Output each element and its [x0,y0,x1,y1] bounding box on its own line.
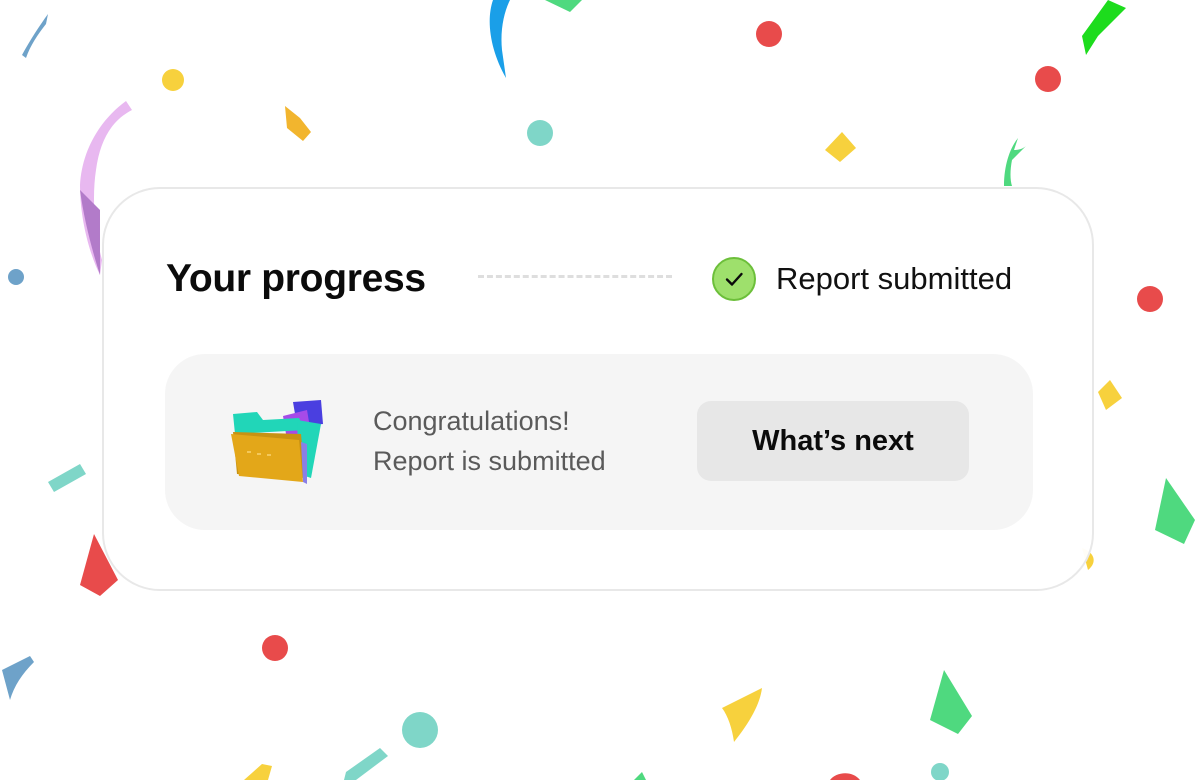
progress-card: Your progress Report submitted Congratul… [102,187,1094,591]
folder-icon [231,400,323,484]
status-label: Report submitted [776,261,1013,296]
progress-title: Your progress [166,257,426,300]
message-line-submitted: Report is submitted [373,446,606,476]
submission-message: Congratulations! Report is submitted [373,401,606,481]
message-line-congratulations: Congratulations! [373,406,570,436]
progress-status: Report submitted [712,254,1012,304]
celebration-screen: Your progress Report submitted Congratul… [0,0,1196,780]
submission-panel: Congratulations! Report is submitted Wha… [165,354,1033,530]
progress-connector-line [478,275,672,278]
check-icon [712,257,756,301]
checkmark-glyph [725,272,743,286]
whats-next-button[interactable]: What’s next [697,401,969,481]
